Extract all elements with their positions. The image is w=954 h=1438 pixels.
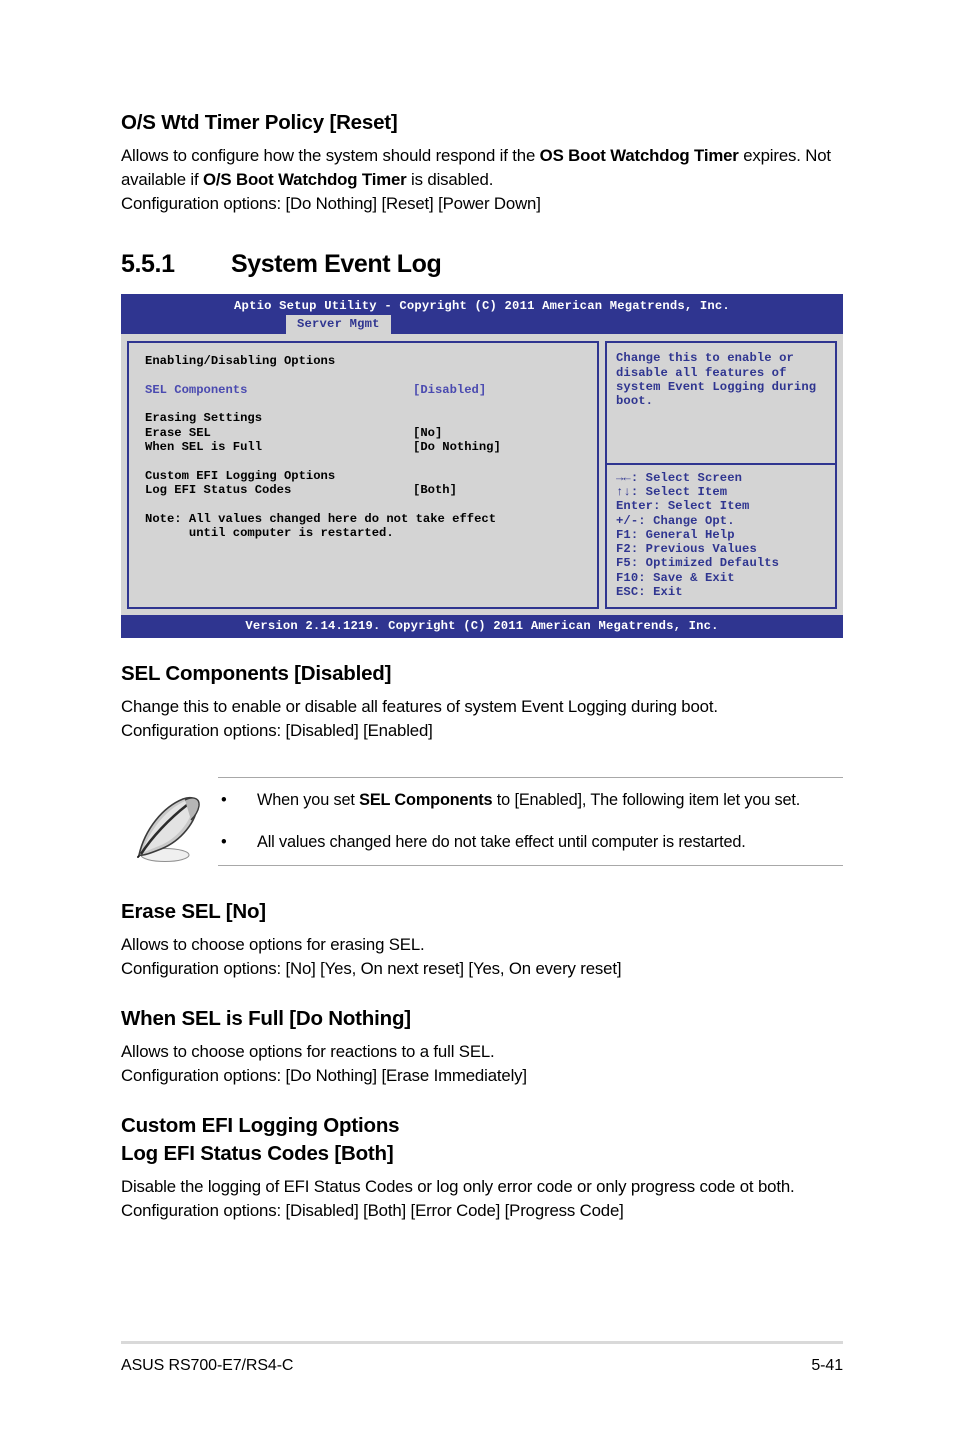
bios-value-when-sel-is-full[interactable]: [Do Nothing] xyxy=(413,440,501,454)
bios-group-header-enabling-disabling: Enabling/Disabling Options xyxy=(145,354,336,369)
bios-value-erase-sel[interactable]: [No] xyxy=(413,426,442,440)
text-run: Allows to configure how the system shoul… xyxy=(121,145,540,165)
key-hint-general-help: F1: General Help xyxy=(616,527,735,542)
emphasis-os-boot-watchdog-timer: OS Boot Watchdog Timer xyxy=(539,145,739,165)
paragraph-sel-components: Change this to enable or disable all fea… xyxy=(121,695,843,743)
note-item: • When you set SEL Components to [Enable… xyxy=(218,789,835,812)
key-hint-exit: ESC: Exit xyxy=(616,585,683,599)
bios-row-log-efi-status-codes[interactable]: Log EFI Status Codes [Both] xyxy=(145,483,587,497)
erase-sel-config-options: Configuration options: [No] [Yes, On nex… xyxy=(121,959,622,979)
key-hint-select-item: ↑↓: Select Item xyxy=(616,484,728,499)
sel-components-config-options: Configuration options: [Disabled] [Enabl… xyxy=(121,720,433,740)
note-inner: • When you set SEL Components to [Enable… xyxy=(121,778,843,866)
bullet-marker: • xyxy=(221,832,227,851)
bios-row-sel-components[interactable]: SEL Components [Disabled] xyxy=(145,383,587,397)
heading-custom-efi-logging-options: Custom EFI Logging Options xyxy=(121,1114,400,1138)
sel-components-desc: Change this to enable or disable all fea… xyxy=(121,696,718,716)
paragraph-when-sel-is-full: Allows to choose options for reactions t… xyxy=(121,1040,843,1088)
note-item-text: All values changed here do not take effe… xyxy=(257,832,746,851)
bios-value-sel-components[interactable]: [Disabled] xyxy=(413,383,486,397)
bios-screenshot: Aptio Setup Utility - Copyright (C) 2011… xyxy=(121,294,843,638)
page-footer: ASUS RS700-E7/RS4-C 5-41 xyxy=(121,1341,843,1375)
bios-row-when-sel-is-full[interactable]: When SEL is Full [Do Nothing] xyxy=(145,440,587,454)
bios-note-line-1: Note: All values changed here do not tak… xyxy=(145,511,497,526)
paragraph-erase-sel: Allows to choose options for erasing SEL… xyxy=(121,933,843,981)
bios-tab-row: Server Mgmt xyxy=(121,315,843,335)
when-sel-full-desc: Allows to choose options for reactions t… xyxy=(121,1042,495,1062)
bios-group-header-erasing-settings: Erasing Settings xyxy=(145,411,263,426)
heading-sel-components: SEL Components [Disabled] xyxy=(121,661,392,685)
emphasis-sel-components: SEL Components xyxy=(359,790,493,809)
emphasis-os-boot-watchdog-timer-2: O/S Boot Watchdog Timer xyxy=(203,169,407,189)
bios-right-column: Change this to enable or disable all fea… xyxy=(605,341,837,610)
bios-label-sel-components: SEL Components xyxy=(145,382,248,397)
bios-version-bar: Version 2.14.1219. Copyright (C) 2011 Am… xyxy=(121,615,843,638)
paragraph-os-wtd-timer-policy: Allows to configure how the system shoul… xyxy=(121,144,843,216)
bios-group-header-custom-efi-logging: Custom EFI Logging Options xyxy=(145,468,336,483)
note-items: • When you set SEL Components to [Enable… xyxy=(218,789,843,855)
heading-log-efi-status-codes: Log EFI Status Codes [Both] xyxy=(121,1142,394,1166)
key-hint-change-opt: +/-: Change Opt. xyxy=(616,513,735,528)
bios-body: Enabling/Disabling Options SEL Component… xyxy=(121,334,843,616)
key-hint-save-and-exit: F10: Save & Exit xyxy=(616,570,735,585)
note-rule-bottom xyxy=(218,865,843,867)
page-content: O/S Wtd Timer Policy [Reset] Allows to c… xyxy=(121,111,843,1223)
bios-title-bar: Aptio Setup Utility - Copyright (C) 2011… xyxy=(121,294,843,316)
note-item-text: When you set SEL Components to [Enabled]… xyxy=(257,790,801,809)
footer-row: ASUS RS700-E7/RS4-C 5-41 xyxy=(121,1357,843,1375)
bullet-marker: • xyxy=(221,790,227,809)
text-run: is disabled. xyxy=(406,169,494,189)
note-box: • When you set SEL Components to [Enable… xyxy=(121,776,843,867)
quill-pen-icon xyxy=(137,796,200,862)
bios-row-erase-sel[interactable]: Erase SEL [No] xyxy=(145,426,587,440)
config-options-os-wtd: Configuration options: [Do Nothing] [Res… xyxy=(121,193,541,213)
note-icon-wrap xyxy=(121,789,218,862)
footer-divider xyxy=(121,1341,843,1344)
bios-key-legend: →←: Select Screen ↑↓: Select Item Enter:… xyxy=(605,464,837,610)
document-page: O/S Wtd Timer Policy [Reset] Allows to c… xyxy=(0,0,954,1438)
key-hint-enter-select-item: Enter: Select Item xyxy=(616,499,750,514)
when-sel-full-config-options: Configuration options: [Do Nothing] [Era… xyxy=(121,1066,527,1086)
heading-system-event-log: 5.5.1 System Event Log xyxy=(121,250,843,279)
bios-label-when-sel-is-full: When SEL is Full xyxy=(145,440,263,455)
key-hint-previous-values: F2: Previous Values xyxy=(616,542,757,557)
paragraph-log-efi-status-codes: Disable the logging of EFI Status Codes … xyxy=(121,1177,795,1221)
bios-value-log-efi-status-codes[interactable]: [Both] xyxy=(413,483,457,497)
heading-os-wtd-timer-policy: O/S Wtd Timer Policy [Reset] xyxy=(121,111,398,134)
bios-label-log-efi-status-codes: Log EFI Status Codes xyxy=(145,482,292,497)
bios-tab-server-mgmt[interactable]: Server Mgmt xyxy=(286,315,391,335)
heading-erase-sel: Erase SEL [No] xyxy=(121,900,266,924)
bios-label-erase-sel: Erase SEL xyxy=(145,425,211,440)
section-title: System Event Log xyxy=(231,250,442,278)
erase-sel-desc: Allows to choose options for erasing SEL… xyxy=(121,935,425,955)
section-number: 5.5.1 xyxy=(121,250,175,278)
bios-settings-panel: Enabling/Disabling Options SEL Component… xyxy=(127,341,599,610)
footer-product-name: ASUS RS700-E7/RS4-C xyxy=(121,1357,294,1374)
bios-help-text: Change this to enable or disable all fea… xyxy=(605,341,837,465)
bios-note-line-2: until computer is restarted. xyxy=(145,525,394,540)
note-item: • All values changed here do not take ef… xyxy=(218,831,835,854)
key-hint-select-screen: →←: Select Screen xyxy=(616,470,743,485)
footer-page-number: 5-41 xyxy=(811,1357,843,1374)
key-hint-optimized-defaults: F5: Optimized Defaults xyxy=(616,556,780,571)
heading-when-sel-is-full: When SEL is Full [Do Nothing] xyxy=(121,1007,411,1031)
